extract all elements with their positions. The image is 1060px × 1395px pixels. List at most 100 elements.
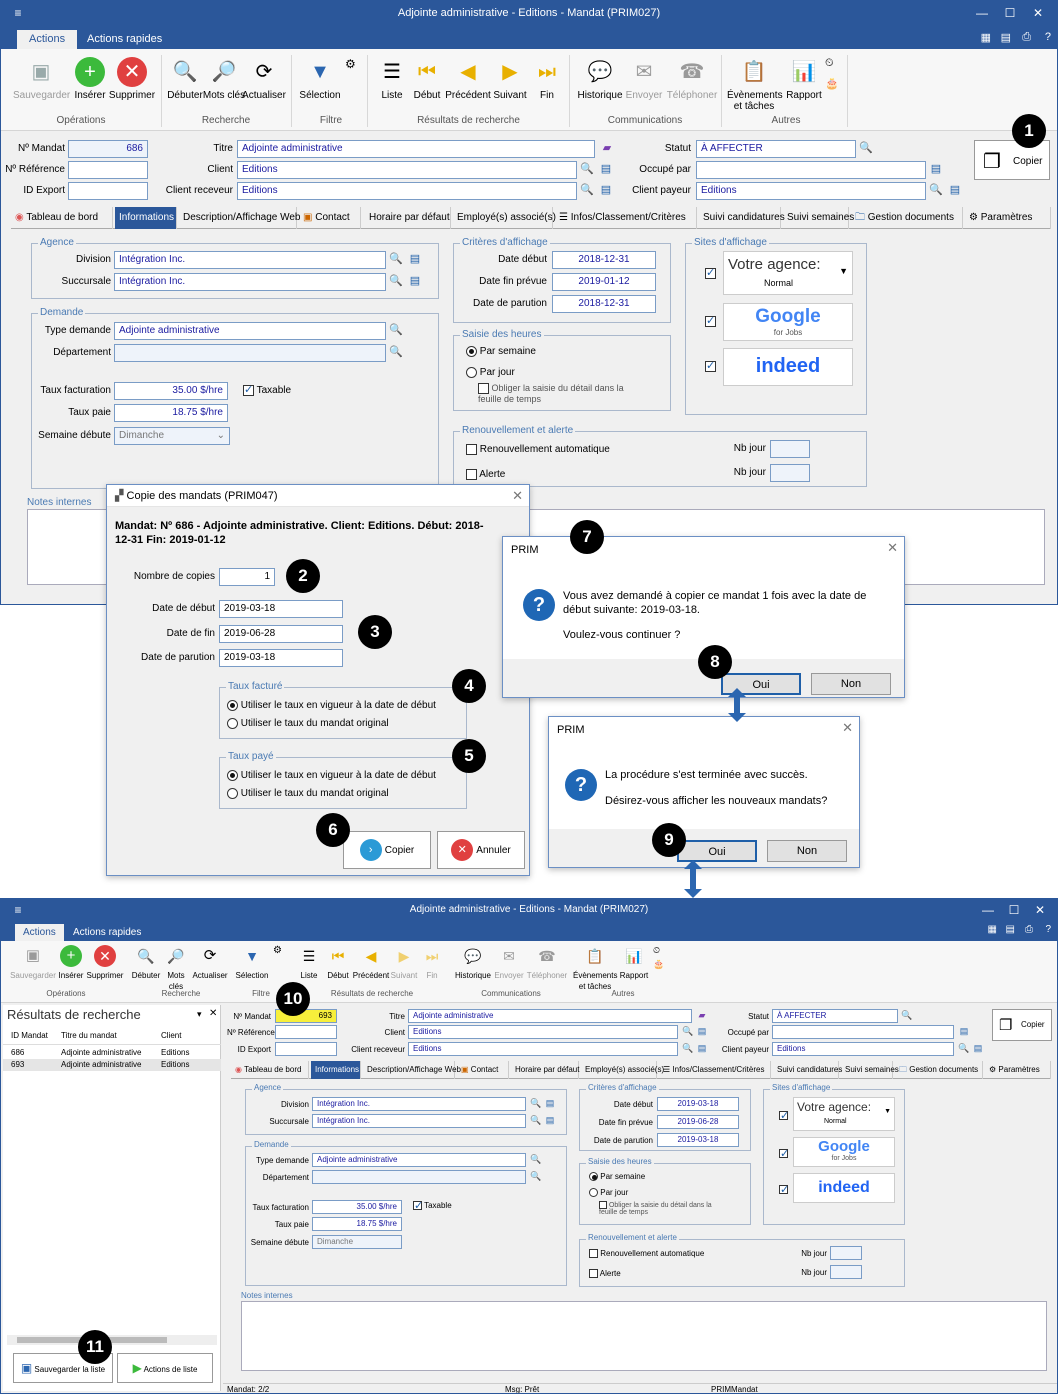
maximize-button[interactable]: ☐ (997, 1, 1023, 25)
phone-button[interactable]: ☎ Téléphoner (665, 57, 719, 101)
date-fin-prevue-field[interactable]: 2019-06-28 (657, 1115, 739, 1129)
help-icon[interactable]: ? (1045, 924, 1051, 935)
client-field[interactable]: Editions (408, 1025, 678, 1039)
next-button[interactable]: ▶ Suivant (387, 945, 421, 981)
search-icon[interactable]: 🔍 (388, 322, 404, 339)
tab-parametres[interactable]: ⚙ Paramètres (985, 1061, 1051, 1079)
chat-icon[interactable]: ▰ (694, 1008, 710, 1022)
facture-original-radio[interactable]: Utiliser le taux du mandat original (227, 718, 389, 729)
search-icon[interactable]: 🔍 (388, 273, 404, 290)
tab-suivi-candidatures[interactable]: Suivi candidatures (773, 1061, 842, 1079)
insert-button[interactable]: + Insérer (55, 945, 87, 981)
site-indeed-checkbox[interactable] (705, 359, 716, 372)
tab-actions[interactable]: Actions (15, 924, 64, 941)
copier-button[interactable]: › Copier (343, 831, 431, 869)
minimize-button[interactable]: — (969, 1, 995, 25)
help-icon[interactable]: ? (1045, 31, 1051, 43)
tab-suivi-candidatures[interactable]: Suivi candidatures (699, 207, 785, 229)
search-icon[interactable]: 🔍 (528, 1169, 544, 1183)
save-button[interactable]: ▣ Sauvegarder (13, 57, 70, 101)
search-icon[interactable]: 🔍 (388, 251, 404, 268)
menu-icon[interactable]: ≡ (5, 1, 31, 25)
departement-field[interactable] (114, 344, 386, 362)
start-search-button[interactable]: 🔍 Débuter (129, 945, 163, 981)
site-agence[interactable]: Votre agence: Normal ▼ (793, 1097, 895, 1131)
search-icon[interactable]: 🔍 (858, 140, 874, 157)
site-agence-checkbox[interactable] (705, 266, 716, 279)
occupe-par-field[interactable] (772, 1025, 954, 1039)
history-button[interactable]: 💬 Historique (453, 945, 493, 981)
par-semaine-radio[interactable]: Par semaine (589, 1172, 645, 1182)
refresh-button[interactable]: ⟳ Actualiser (241, 57, 287, 101)
tab-horaire[interactable]: Horaire par défaut (365, 207, 451, 229)
close-button[interactable]: ✕ (1025, 1, 1051, 25)
tab-description[interactable]: Description/Affichage Web (179, 207, 300, 229)
date-debut-field[interactable]: 2019-03-18 (657, 1097, 739, 1111)
tab-employes[interactable]: Employé(s) associé(s) (581, 1061, 664, 1079)
selection-button[interactable]: ▼ Sélection (233, 945, 271, 981)
open-record-icon[interactable]: ▤ (542, 1096, 558, 1110)
titre-field[interactable]: Adjointe administrative (237, 140, 595, 158)
nb-jour-alerte-field[interactable] (770, 464, 810, 482)
tab-parametres[interactable]: ⚙ Paramètres (965, 207, 1051, 229)
tab-suivi-semaines[interactable]: Suivi semaines (783, 207, 854, 229)
search-icon[interactable]: 🔍 (579, 161, 595, 178)
open-record-icon[interactable]: ▤ (407, 251, 423, 268)
open-record-icon[interactable]: ▤ (970, 1041, 986, 1055)
taux-paie-field[interactable]: 18.75 $/hre (114, 404, 228, 422)
open-record-icon[interactable]: ▤ (542, 1113, 558, 1127)
renouvellement-auto-checkbox[interactable]: Renouvellement automatique (466, 444, 610, 455)
search-icon[interactable]: 🔍 (579, 182, 595, 199)
tab-tableau-de-bord[interactable]: ◉ Tableau de bord (231, 1061, 309, 1079)
succursale-field[interactable]: Intégration Inc. (114, 273, 386, 291)
list-button[interactable]: ☰ Liste (295, 945, 323, 981)
paye-vigueur-radio[interactable]: Utiliser le taux en vigueur à la date de… (227, 770, 436, 781)
tab-tableau-de-bord[interactable]: ◉ Tableau de bord (11, 207, 113, 229)
close-icon[interactable]: ✕ (842, 717, 853, 739)
taux-facturation-field[interactable]: 35.00 $/hre (114, 382, 228, 400)
client-receveur-field[interactable]: Editions (408, 1042, 678, 1056)
nombre-copies-field[interactable]: 1 (219, 568, 275, 586)
search-icon[interactable]: 🔍 (388, 344, 404, 361)
succursale-field[interactable]: Intégration Inc. (312, 1114, 526, 1128)
renouvellement-auto-checkbox[interactable]: Renouvellement automatique (589, 1249, 704, 1259)
id-export-field[interactable] (275, 1042, 337, 1056)
close-button[interactable]: ✕ (1027, 899, 1053, 921)
site-google-checkbox[interactable] (779, 1147, 789, 1160)
history-button[interactable]: 💬 Historique (575, 57, 625, 101)
phone-button[interactable]: ☎ Téléphoner (525, 945, 569, 981)
report-button[interactable]: 📊 Rapport (781, 57, 827, 101)
paye-original-radio[interactable]: Utiliser le taux du mandat original (227, 788, 389, 799)
col-titre[interactable]: Titre du mandat (61, 1027, 117, 1045)
tab-employes[interactable]: Employé(s) associé(s) (453, 207, 556, 229)
tab-suivi-semaines[interactable]: Suivi semaines (841, 1061, 899, 1079)
site-agence[interactable]: Votre agence: Normal ▼ (723, 251, 853, 295)
semaine-debute-select[interactable]: Dimanche (312, 1235, 402, 1249)
date-parution-field[interactable]: 2018-12-31 (552, 295, 656, 313)
site-agence-checkbox[interactable] (779, 1109, 789, 1122)
alerte-checkbox[interactable]: Alerte (466, 469, 505, 480)
tab-infos[interactable]: ☰ Infos/Classement/Critères (659, 1061, 771, 1079)
save-button[interactable]: ▣ Sauvegarder (9, 945, 57, 981)
tab-gestion-documents[interactable]: 🗀 Gestion documents (851, 207, 963, 229)
obliger-checkbox[interactable]: Obliger la saisie du détail dans la feui… (478, 383, 638, 404)
open-record-icon[interactable]: ▤ (956, 1024, 972, 1038)
calendar-icon[interactable]: ▤ (1006, 924, 1015, 935)
tab-contact[interactable]: ▣ Contact (299, 207, 361, 229)
selection-button[interactable]: ▼ Sélection (297, 57, 343, 101)
annuler-button[interactable]: ✕ Annuler (437, 831, 525, 869)
non-button[interactable]: Non (767, 840, 847, 862)
last-button[interactable]: ⏭ Fin (417, 945, 447, 981)
chat-icon[interactable]: ▰ (599, 140, 615, 157)
titre-field[interactable]: Adjointe administrative (408, 1009, 692, 1023)
client-payeur-field[interactable]: Editions (696, 182, 926, 200)
client-field[interactable]: Editions (237, 161, 577, 179)
close-icon[interactable]: ✕ (887, 537, 898, 559)
print-icon[interactable]: ⎙ (1025, 924, 1033, 935)
calculator-icon[interactable]: ▦ (988, 924, 997, 935)
date-parution-field[interactable]: 2019-03-18 (657, 1133, 739, 1147)
last-button[interactable]: ⏭ Fin (524, 57, 570, 101)
maximize-button[interactable]: ☐ (1001, 899, 1027, 921)
first-button[interactable]: ⏮ Début (404, 57, 450, 101)
list-actions-button[interactable]: ▶ Actions de liste (117, 1353, 213, 1383)
